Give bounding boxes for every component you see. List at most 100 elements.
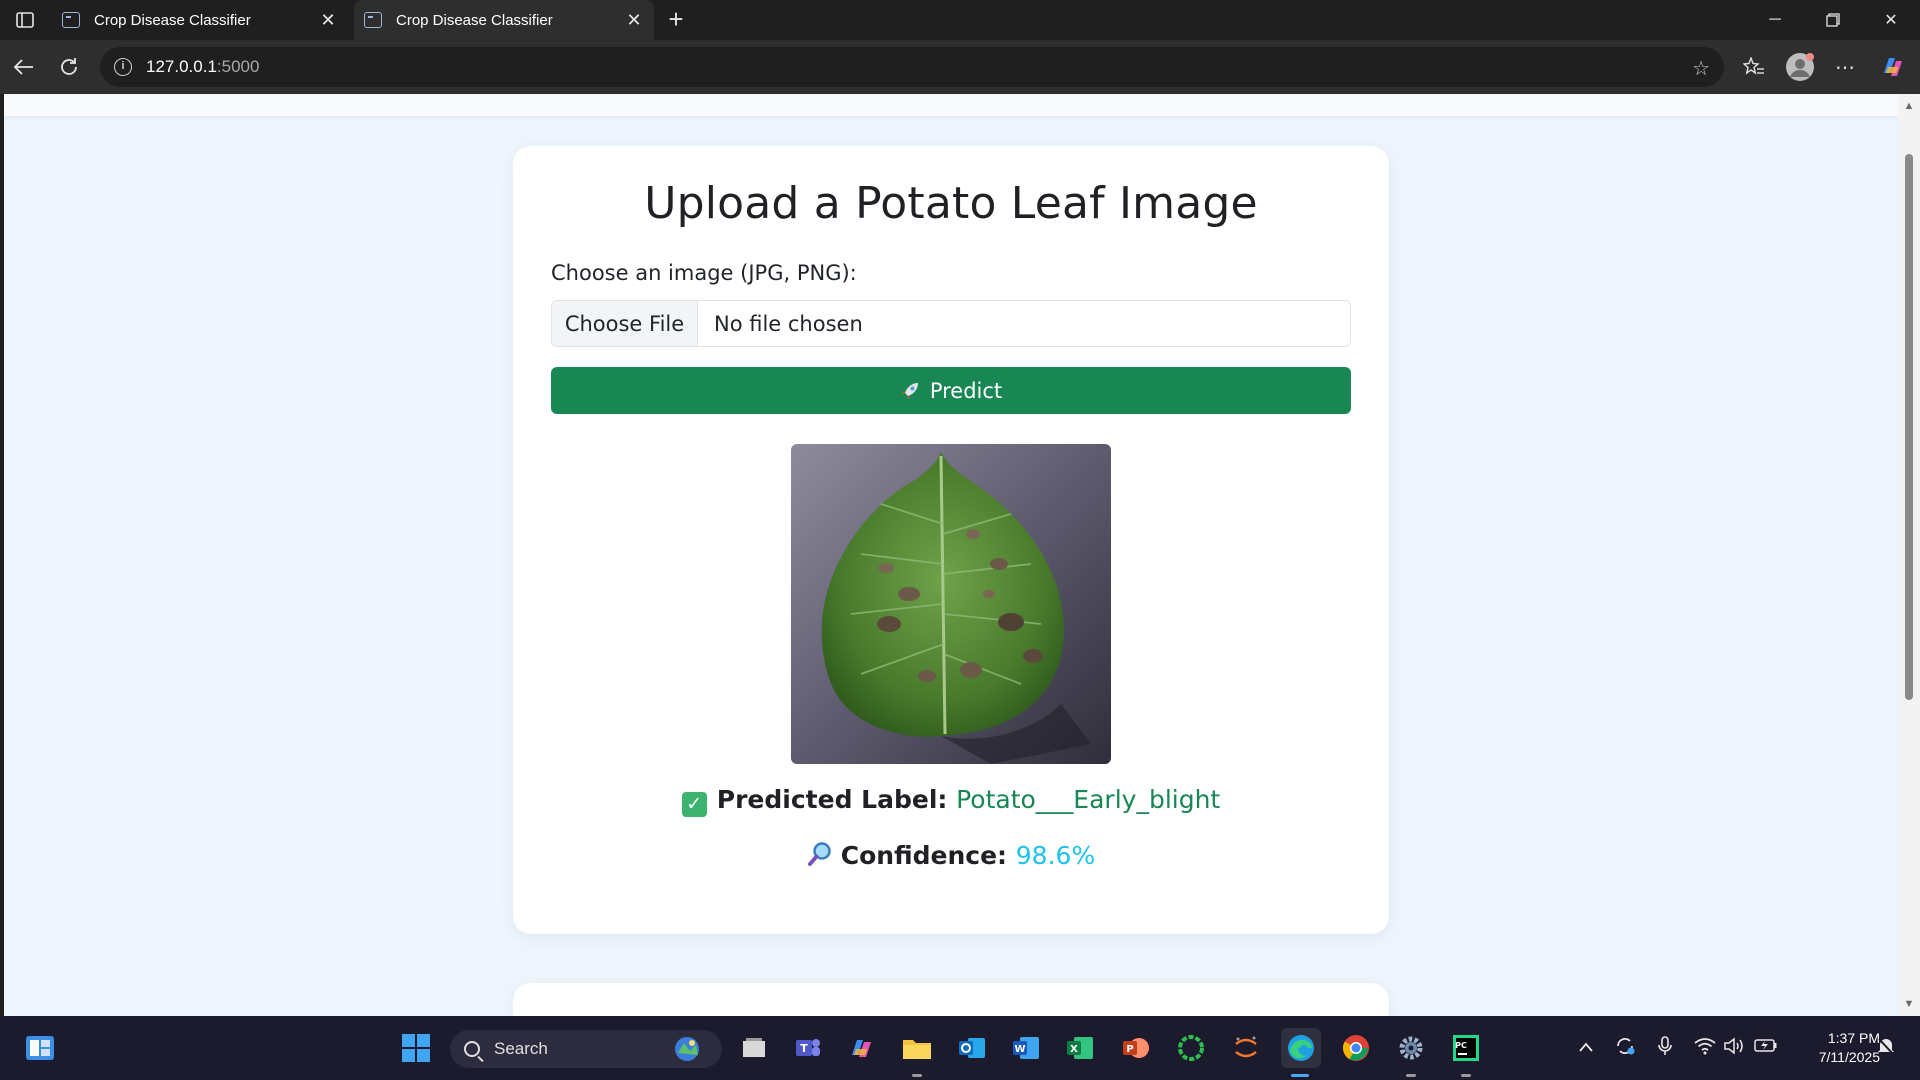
folder-icon <box>903 1040 931 1059</box>
progress-app[interactable] <box>1171 1028 1211 1068</box>
confidence-row: Confidence: 98.6% <box>513 841 1389 870</box>
teams-app[interactable]: T <box>788 1028 828 1068</box>
page-scrollbar[interactable]: ▲ ▼ <box>1898 94 1920 1016</box>
powerpoint-icon: P <box>1123 1038 1149 1058</box>
svg-text:PC: PC <box>1455 1041 1467 1050</box>
settings-app[interactable] <box>1391 1028 1431 1068</box>
search-icon <box>464 1041 480 1057</box>
url-port: :5000 <box>216 57 260 76</box>
leaf-photo <box>791 444 1111 764</box>
chevron-up-icon <box>1579 1042 1593 1052</box>
search-highlight-icon <box>675 1037 699 1061</box>
close-window-button[interactable]: ✕ <box>1862 0 1920 40</box>
outlook-icon <box>959 1038 985 1058</box>
network-status[interactable] <box>1694 1037 1716 1060</box>
check-mark-icon: ✓ <box>681 792 707 817</box>
uploaded-leaf-image <box>791 444 1111 764</box>
clock-date: 7/11/2025 <box>1818 1049 1880 1065</box>
running-indicator <box>912 1074 922 1077</box>
browser-navbar: i 127.0.0.1:5000 ☆ ⋯ <box>0 40 1920 94</box>
powerpoint-app[interactable]: P <box>1116 1028 1156 1068</box>
confidence-caption: Confidence: <box>840 841 1008 870</box>
page-favicon-icon <box>62 12 80 28</box>
notifications-button[interactable] <box>1876 1036 1896 1061</box>
scroll-down-icon[interactable]: ▼ <box>1903 998 1915 1010</box>
widgets-button[interactable] <box>20 1028 60 1068</box>
svg-text:X: X <box>1070 1044 1078 1055</box>
taskbar-search[interactable]: Search <box>450 1030 722 1068</box>
circular-app-icon <box>1178 1035 1204 1061</box>
secondary-card <box>513 983 1389 1016</box>
choose-file-button[interactable]: Choose File <box>552 301 698 346</box>
refresh-button[interactable] <box>52 50 86 84</box>
magnifier-icon <box>807 842 831 866</box>
back-button[interactable] <box>7 50 41 84</box>
restore-icon <box>1826 13 1840 27</box>
windows-taskbar: Search T W X P PC 1:37 PM 7/11/2025 <box>0 1016 1920 1080</box>
address-bar[interactable]: i 127.0.0.1:5000 ☆ <box>100 47 1724 87</box>
svg-text:W: W <box>1014 1044 1025 1055</box>
word-icon: W <box>1013 1037 1039 1059</box>
scroll-thumb[interactable] <box>1905 154 1913 700</box>
avatar-icon <box>1786 53 1814 81</box>
browser-tab-2[interactable]: Crop Disease Classifier ✕ <box>354 0 654 40</box>
battery-status[interactable] <box>1754 1037 1778 1058</box>
jupyter-app[interactable] <box>1226 1028 1266 1068</box>
page-title: Upload a Potato Leaf Image <box>644 178 1258 229</box>
pycharm-app[interactable]: PC <box>1446 1028 1486 1068</box>
scroll-up-icon[interactable]: ▲ <box>1903 100 1915 112</box>
tab-title: Crop Disease Classifier <box>396 11 553 29</box>
predict-button[interactable]: Predict <box>551 367 1351 414</box>
edge-icon <box>1288 1035 1314 1061</box>
teams-icon: T <box>796 1039 820 1056</box>
windows-logo-icon <box>402 1034 430 1062</box>
word-app[interactable]: W <box>1006 1028 1046 1068</box>
file-explorer-app[interactable] <box>897 1028 937 1068</box>
pycharm-icon: PC <box>1453 1035 1479 1061</box>
chrome-app[interactable] <box>1336 1028 1376 1068</box>
edge-app[interactable] <box>1281 1028 1321 1068</box>
microphone-status[interactable] <box>1658 1036 1672 1061</box>
start-button[interactable] <box>396 1028 436 1068</box>
wifi-icon <box>1694 1038 1716 1055</box>
profile-button[interactable] <box>1783 50 1817 84</box>
restore-button[interactable] <box>1804 0 1862 40</box>
excel-icon: X <box>1067 1037 1093 1059</box>
outlook-app[interactable] <box>952 1028 992 1068</box>
browser-tab-1[interactable]: Crop Disease Classifier ✕ <box>52 0 348 40</box>
clock-time: 1:37 PM <box>1827 1030 1880 1046</box>
browser-titlebar: Crop Disease Classifier ✕ Crop Disease C… <box>0 0 1920 40</box>
running-indicator <box>1406 1074 1416 1077</box>
show-hidden-icons-button[interactable] <box>1578 1038 1594 1058</box>
site-info-icon[interactable]: i <box>114 58 132 76</box>
tab-title: Crop Disease Classifier <box>94 11 251 29</box>
page-viewport: Upload a Potato Leaf Image Choose an ima… <box>4 94 1898 1016</box>
svg-text:T: T <box>800 1042 808 1055</box>
chrome-icon <box>1342 1035 1369 1061</box>
favorite-star-icon[interactable]: ☆ <box>1692 56 1710 81</box>
taskbar-clock[interactable]: 1:37 PM 7/11/2025 <box>1790 1029 1880 1067</box>
battery-icon <box>1754 1039 1777 1052</box>
sync-status[interactable] <box>1614 1035 1636 1062</box>
page-header-strip <box>4 94 1898 116</box>
more-menu-button[interactable]: ⋯ <box>1828 50 1862 84</box>
file-status-text: No file chosen <box>714 311 863 336</box>
close-tab-icon[interactable]: ✕ <box>624 10 644 31</box>
favorites-button[interactable] <box>1737 50 1771 84</box>
search-placeholder: Search <box>494 1039 548 1058</box>
page-favicon-icon <box>364 12 382 28</box>
excel-app[interactable]: X <box>1060 1028 1100 1068</box>
predict-button-label: Predict <box>929 378 1003 403</box>
task-view-button[interactable] <box>734 1028 774 1068</box>
copilot-button[interactable] <box>1876 50 1910 84</box>
confidence-value: 98.6% <box>1015 841 1096 870</box>
minimize-button[interactable]: ─ <box>1746 0 1804 40</box>
file-input[interactable]: Choose File No file chosen <box>551 300 1351 347</box>
url-host: 127.0.0.1 <box>146 57 217 76</box>
active-indicator <box>1291 1074 1309 1077</box>
copilot-app[interactable] <box>842 1028 882 1068</box>
volume-status[interactable] <box>1724 1037 1746 1060</box>
new-tab-button[interactable]: + <box>662 6 690 34</box>
tab-actions-button[interactable] <box>8 6 42 34</box>
close-tab-icon[interactable]: ✕ <box>318 10 338 31</box>
